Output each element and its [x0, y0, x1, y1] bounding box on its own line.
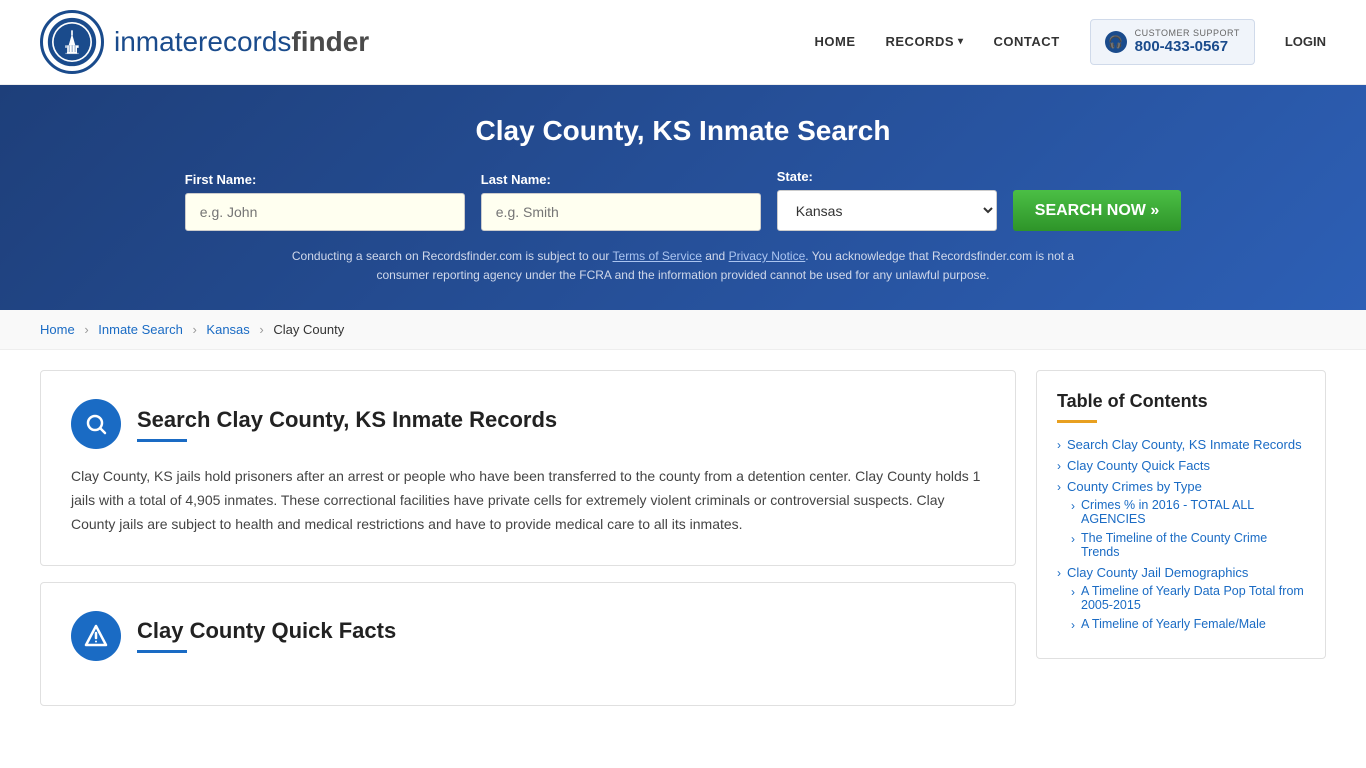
- quick-facts-divider: [137, 650, 187, 653]
- breadcrumb-sep-2: ›: [192, 322, 196, 337]
- toc-subitem-3-2: › The Timeline of the County Crime Trend…: [1071, 531, 1305, 559]
- state-select[interactable]: Kansas Alabama Alaska Arizona Arkansas C…: [777, 190, 997, 231]
- quick-facts-title: Clay County Quick Facts: [137, 618, 396, 644]
- headset-icon: 🎧: [1105, 31, 1127, 53]
- breadcrumb: Home › Inmate Search › Kansas › Clay Cou…: [0, 310, 1366, 350]
- toc-sublist-3: › Crimes % in 2016 - TOTAL ALL AGENCIES …: [1057, 498, 1305, 559]
- toc-link-4[interactable]: › Clay County Jail Demographics: [1057, 565, 1305, 580]
- toc-sublink-4-1[interactable]: › A Timeline of Yearly Data Pop Total fr…: [1071, 584, 1305, 612]
- toc-sublink-3-1[interactable]: › Crimes % in 2016 - TOTAL ALL AGENCIES: [1071, 498, 1305, 526]
- toc-subarrow-icon: ›: [1071, 532, 1075, 546]
- site-header: inmaterecordsfinder HOME RECORDS ▾ CONTA…: [0, 0, 1366, 85]
- toc-arrow-icon: ›: [1057, 459, 1061, 473]
- toc-list: › Search Clay County, KS Inmate Records …: [1057, 437, 1305, 632]
- nav-contact[interactable]: CONTACT: [994, 34, 1060, 49]
- toc-divider: [1057, 420, 1097, 423]
- sidebar: Table of Contents › Search Clay County, …: [1036, 370, 1326, 721]
- search-banner: Clay County, KS Inmate Search First Name…: [0, 85, 1366, 310]
- toc-link-3[interactable]: › County Crimes by Type: [1057, 479, 1305, 494]
- chevron-down-icon: ▾: [958, 36, 964, 47]
- state-group: State: Kansas Alabama Alaska Arizona Ark…: [777, 169, 997, 231]
- search-button[interactable]: SEARCH NOW »: [1013, 190, 1181, 231]
- first-name-input[interactable]: [185, 193, 465, 231]
- last-name-label: Last Name:: [481, 172, 551, 187]
- support-phone[interactable]: 800-433-0567: [1135, 38, 1240, 56]
- logo-area: inmaterecordsfinder: [40, 10, 369, 74]
- toc-subitem-4-2: › A Timeline of Yearly Female/Male: [1071, 617, 1305, 632]
- breadcrumb-home[interactable]: Home: [40, 322, 75, 337]
- logo-icon: [40, 10, 104, 74]
- toc-subarrow-icon: ›: [1071, 499, 1075, 513]
- breadcrumb-sep-1: ›: [84, 322, 88, 337]
- alert-icon: [71, 611, 121, 661]
- main-content: Search Clay County, KS Inmate Records Cl…: [0, 350, 1366, 741]
- toc-box: Table of Contents › Search Clay County, …: [1036, 370, 1326, 659]
- terms-link[interactable]: Terms of Service: [613, 249, 702, 263]
- search-form: First Name: Last Name: State: Kansas Ala…: [40, 169, 1326, 231]
- nav-records[interactable]: RECORDS ▾: [886, 34, 964, 49]
- toc-item-1: › Search Clay County, KS Inmate Records: [1057, 437, 1305, 452]
- section-title: Search Clay County, KS Inmate Records: [137, 407, 557, 433]
- toc-subarrow-icon: ›: [1071, 618, 1075, 632]
- search-icon: [71, 399, 121, 449]
- toc-subarrow-icon: ›: [1071, 585, 1075, 599]
- toc-item-3: › County Crimes by Type › Crimes % in 20…: [1057, 479, 1305, 559]
- toc-link-2[interactable]: › Clay County Quick Facts: [1057, 458, 1305, 473]
- last-name-input[interactable]: [481, 193, 761, 231]
- breadcrumb-current: Clay County: [273, 322, 344, 337]
- toc-sublist-4: › A Timeline of Yearly Data Pop Total fr…: [1057, 584, 1305, 632]
- toc-link-1[interactable]: › Search Clay County, KS Inmate Records: [1057, 437, 1305, 452]
- breadcrumb-kansas[interactable]: Kansas: [206, 322, 249, 337]
- logo-text: inmaterecordsfinder: [114, 26, 369, 58]
- customer-support-box: 🎧 CUSTOMER SUPPORT 800-433-0567: [1090, 19, 1255, 66]
- section-header: Search Clay County, KS Inmate Records: [71, 399, 985, 449]
- breadcrumb-sep-3: ›: [259, 322, 263, 337]
- last-name-group: Last Name:: [481, 172, 761, 231]
- main-nav: HOME RECORDS ▾ CONTACT 🎧 CUSTOMER SUPPOR…: [815, 19, 1327, 66]
- search-records-section: Search Clay County, KS Inmate Records Cl…: [40, 370, 1016, 565]
- login-button[interactable]: LOGIN: [1285, 34, 1326, 49]
- search-title: Clay County, KS Inmate Search: [40, 115, 1326, 147]
- toc-title: Table of Contents: [1057, 391, 1305, 412]
- toc-subitem-3-1: › Crimes % in 2016 - TOTAL ALL AGENCIES: [1071, 498, 1305, 526]
- content-area: Search Clay County, KS Inmate Records Cl…: [40, 370, 1036, 721]
- toc-arrow-icon: ›: [1057, 438, 1061, 452]
- support-label: CUSTOMER SUPPORT: [1135, 28, 1240, 39]
- quick-facts-section: Clay County Quick Facts: [40, 582, 1016, 706]
- toc-sublink-4-2[interactable]: › A Timeline of Yearly Female/Male: [1071, 617, 1305, 632]
- disclaimer-text: Conducting a search on Recordsfinder.com…: [283, 247, 1083, 285]
- toc-subitem-4-1: › A Timeline of Yearly Data Pop Total fr…: [1071, 584, 1305, 612]
- first-name-label: First Name:: [185, 172, 257, 187]
- first-name-group: First Name:: [185, 172, 465, 231]
- toc-item-2: › Clay County Quick Facts: [1057, 458, 1305, 473]
- state-label: State:: [777, 169, 813, 184]
- privacy-link[interactable]: Privacy Notice: [729, 249, 806, 263]
- section-divider: [137, 439, 187, 442]
- toc-arrow-icon: ›: [1057, 480, 1061, 494]
- toc-item-4: › Clay County Jail Demographics › A Time…: [1057, 565, 1305, 632]
- nav-home[interactable]: HOME: [815, 34, 856, 49]
- toc-arrow-icon: ›: [1057, 566, 1061, 580]
- quick-facts-header: Clay County Quick Facts: [71, 611, 985, 661]
- toc-sublink-3-2[interactable]: › The Timeline of the County Crime Trend…: [1071, 531, 1305, 559]
- section-body-text: Clay County, KS jails hold prisoners aft…: [71, 465, 985, 536]
- breadcrumb-inmate-search[interactable]: Inmate Search: [98, 322, 183, 337]
